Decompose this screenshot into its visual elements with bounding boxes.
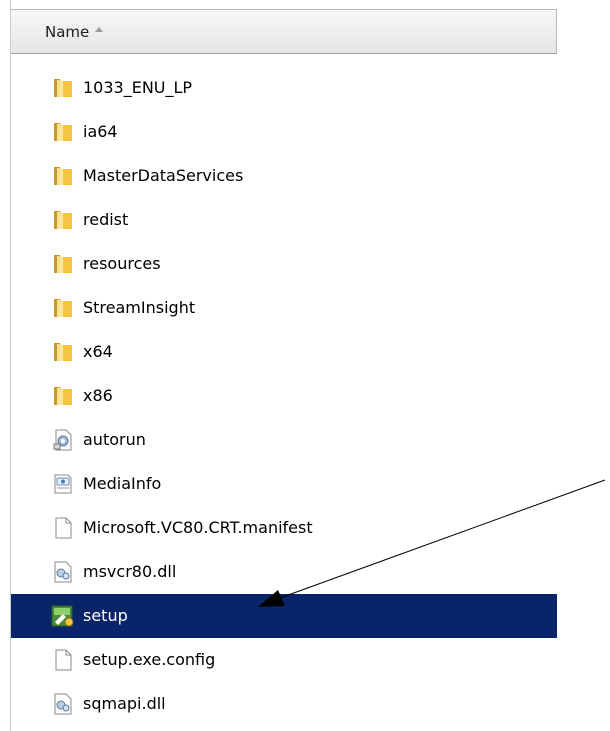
file-row-ia64[interactable]: ia64 [11,110,557,154]
file-name: MasterDataServices [83,166,244,185]
file-row-autorun[interactable]: autorun [11,418,557,462]
file-name: Microsoft.VC80.CRT.manifest [83,518,313,537]
file-explorer: Name 1033_ENU_LP ia64 MasterDataServices re… [10,0,559,731]
folder-icon [51,120,75,144]
blank-file-icon [51,648,75,672]
xml-file-icon [51,472,75,496]
file-row-mediainfo[interactable]: MediaInfo [11,462,557,506]
file-name: msvcr80.dll [83,562,177,581]
folder-icon [51,164,75,188]
file-row-x64[interactable]: x64 [11,330,557,374]
file-name: autorun [83,430,146,449]
file-list: 1033_ENU_LP ia64 MasterDataServices redist r… [11,66,557,726]
name-column-header[interactable]: Name [11,9,557,54]
blank-file-icon [51,516,75,540]
file-row-microsoft-vc80-crt-manifest[interactable]: Microsoft.VC80.CRT.manifest [11,506,557,550]
file-row-streaminsight[interactable]: StreamInsight [11,286,557,330]
file-name: ia64 [83,122,118,141]
folder-icon [51,384,75,408]
file-name: resources [83,254,161,273]
name-column-label: Name [45,23,90,41]
file-name: redist [83,210,129,229]
setup-exe-icon [51,604,75,628]
file-row-1033-enu-lp[interactable]: 1033_ENU_LP [11,66,557,110]
file-name: setup.exe.config [83,650,216,669]
file-name: MediaInfo [83,474,162,493]
file-name: 1033_ENU_LP [83,78,193,97]
folder-icon [51,340,75,364]
file-name: StreamInsight [83,298,196,317]
file-name: sqmapi.dll [83,694,166,713]
file-name: setup [83,606,128,625]
folder-icon [51,252,75,276]
folder-icon [51,76,75,100]
file-name: x64 [83,342,113,361]
file-row-masterdataservices[interactable]: MasterDataServices [11,154,557,198]
sort-ascending-icon [95,27,103,32]
file-name: x86 [83,386,113,405]
file-row-setup[interactable]: setup [11,594,557,638]
folder-icon [51,296,75,320]
file-row-resources[interactable]: resources [11,242,557,286]
file-row-x86[interactable]: x86 [11,374,557,418]
file-row-msvcr80-dll[interactable]: msvcr80.dll [11,550,557,594]
file-row-sqmapi-dll[interactable]: sqmapi.dll [11,682,557,726]
file-row-redist[interactable]: redist [11,198,557,242]
settings-file-icon [51,428,75,452]
file-row-setup-exe-config[interactable]: setup.exe.config [11,638,557,682]
dll-file-icon [51,560,75,584]
dll-file-icon [51,692,75,716]
folder-icon [51,208,75,232]
